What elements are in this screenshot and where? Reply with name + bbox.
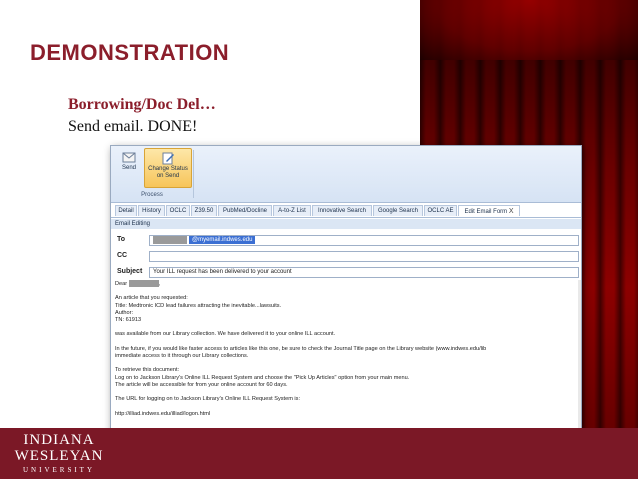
tab-history[interactable]: History <box>138 205 165 216</box>
salutation-text: Dear <box>115 280 128 287</box>
body-line: The article will be accessible for from … <box>115 381 288 388</box>
body-line: Author: <box>115 309 134 316</box>
slide-body-text: Send email. DONE! <box>68 118 198 135</box>
slide-title: DEMONSTRATION <box>30 40 230 65</box>
body-line: In the future, if you would like faster … <box>115 345 487 352</box>
close-icon[interactable]: X <box>509 208 514 215</box>
scrollbar[interactable] <box>578 280 581 442</box>
ribbon-divider <box>193 150 194 198</box>
edit-status-icon <box>162 152 174 165</box>
logo-line-1: INDIANA <box>23 432 95 448</box>
body-line: http://illiad.indwes.edu/illiad/logon.ht… <box>115 410 211 417</box>
ribbon-toolbar: Send Change Status on Send Process <box>111 146 581 203</box>
ribbon-group-label: Process <box>141 192 163 198</box>
salutation-line: Dear , <box>115 280 577 288</box>
slide: DEMONSTRATION Borrowing/Doc Del… Send em… <box>0 0 638 479</box>
redacted-block <box>128 280 159 287</box>
body-line <box>115 324 577 331</box>
tab-detail[interactable]: Detail <box>115 205 137 216</box>
send-button-label: Send <box>121 165 136 171</box>
body-line: immediate access to it through our Libra… <box>115 352 249 359</box>
body-line: An article that you requested: <box>115 295 188 302</box>
tab-pubmed-docline[interactable]: PubMed/Docline <box>218 205 272 216</box>
tab-z3950[interactable]: Z39.50 <box>191 205 217 216</box>
email-editing-header: Email Editing <box>111 219 581 229</box>
logo-line-2: WESLEYAN <box>14 448 104 464</box>
tab-strip: Detail History OCLC Z39.50 PubMed/Doclin… <box>111 204 581 218</box>
cc-field[interactable] <box>149 251 579 262</box>
body-line <box>115 389 577 396</box>
body-line: TN: 61913 <box>115 316 142 323</box>
body-line <box>115 403 577 410</box>
body-line: To retrieve this document: <box>115 367 180 374</box>
tab-edit-email-form-label: Edit Email Form <box>464 209 508 215</box>
curtain-valance <box>420 0 638 60</box>
change-status-label-1: Change Status <box>148 166 188 172</box>
tab-oclc[interactable]: OCLC <box>166 205 190 216</box>
tab-edit-email-form[interactable]: Edit Email Form X <box>458 205 520 216</box>
to-field[interactable]: @myemail.indwes.edu <box>149 235 579 246</box>
subject-field[interactable]: Your ILL request has been delivered to y… <box>149 267 579 278</box>
tab-google-search[interactable]: Google Search <box>373 205 423 216</box>
body-line: Title: Medtronic ICD lead failures attra… <box>115 302 282 309</box>
to-email-value: @myemail.indwes.edu <box>189 236 256 244</box>
redacted-block <box>153 236 187 244</box>
change-status-on-send-button[interactable]: Change Status on Send <box>144 148 192 188</box>
to-label: To <box>117 236 126 243</box>
body-line <box>115 339 577 346</box>
tab-innovative-search[interactable]: Innovative Search <box>312 205 372 216</box>
slide-subtitle: Borrowing/Doc Del… <box>68 96 216 113</box>
body-line <box>115 360 577 367</box>
illiad-screenshot: Send Change Status on Send Process Detai… <box>110 145 582 447</box>
change-status-label-2: on Send <box>156 173 180 179</box>
tab-a-to-z-list[interactable]: A-to-Z List <box>273 205 311 216</box>
cc-label: CC <box>117 252 128 259</box>
email-body-textarea[interactable]: Dear , An article that you requested: Ti… <box>115 280 577 442</box>
salutation-comma: , <box>158 280 161 287</box>
university-logo: INDIANA WESLEYAN UNIVERSITY <box>0 428 118 479</box>
body-line: was available from our Library collectio… <box>115 331 336 338</box>
body-line: The URL for logging on to Jackson Librar… <box>115 396 301 403</box>
subject-label: Subject <box>117 268 143 275</box>
tab-oclc-ae[interactable]: OCLC AE <box>424 205 457 216</box>
send-button[interactable]: Send <box>115 148 143 186</box>
logo-line-3: UNIVERSITY <box>23 466 95 474</box>
mail-send-icon <box>122 152 136 163</box>
body-line: Log on to Jackson Library's Online ILL R… <box>115 374 410 381</box>
